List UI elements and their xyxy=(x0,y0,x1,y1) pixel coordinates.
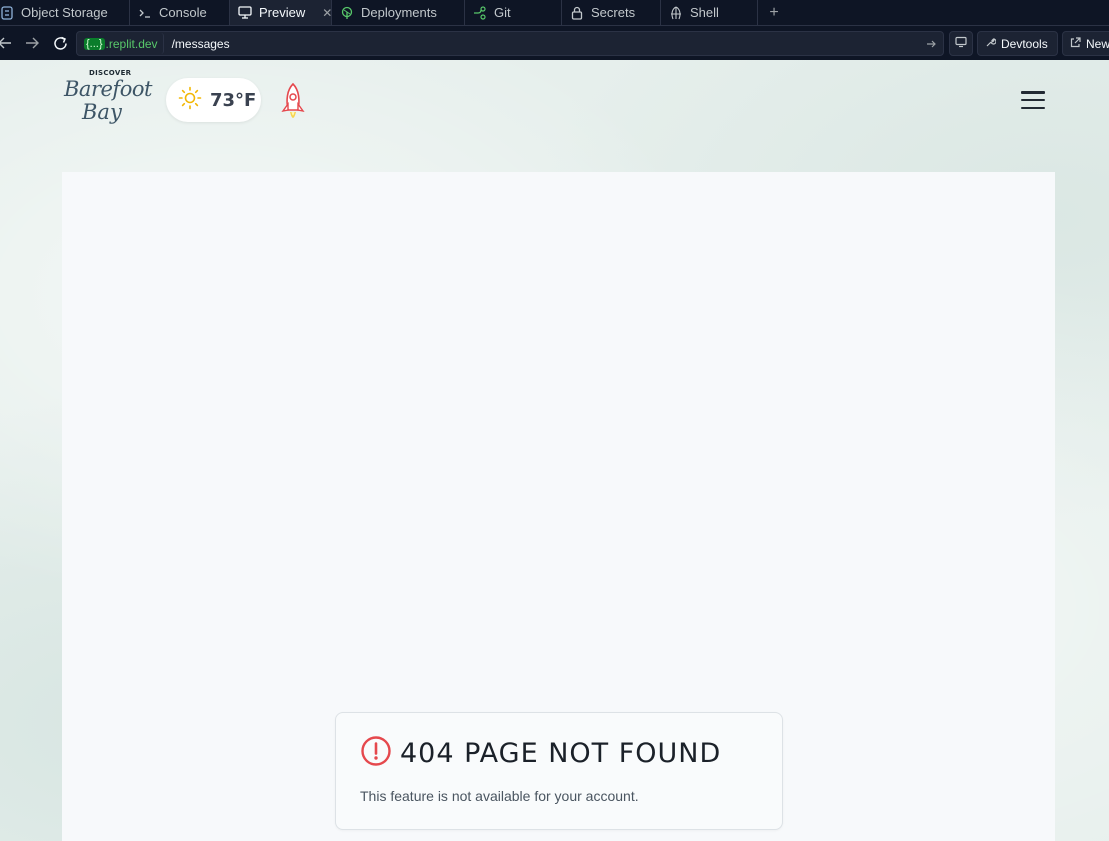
weather-temperature: 73°F xyxy=(210,89,257,111)
back-arrow-icon[interactable] xyxy=(0,29,19,57)
menu-line xyxy=(1021,106,1045,109)
logo-line1: Barefoot xyxy=(64,77,152,101)
storage-icon xyxy=(0,5,14,20)
tab-console[interactable]: Console xyxy=(130,0,230,25)
external-link-icon xyxy=(1070,36,1081,51)
not-found-card: 404 Page Not Found This feature is not a… xyxy=(335,712,783,830)
sun-icon xyxy=(178,86,202,115)
tab-label: Secrets xyxy=(591,5,636,20)
url-path-input[interactable]: /messages xyxy=(172,37,919,51)
weather-widget[interactable]: 73°F xyxy=(166,78,261,122)
devtools-button[interactable]: Devtools xyxy=(977,31,1058,56)
reload-icon[interactable] xyxy=(46,29,74,57)
domain-brace: {...} xyxy=(84,37,105,50)
menu-line xyxy=(1021,98,1045,102)
tab-label: Console xyxy=(159,5,207,20)
tab-shell[interactable]: Shell xyxy=(661,0,758,25)
url-field[interactable]: {...} .replit.dev /messages xyxy=(76,31,944,56)
logo-line2: Bay xyxy=(82,100,122,124)
tab-label: Git xyxy=(494,5,511,20)
tab-git[interactable]: Git xyxy=(465,0,562,25)
terminal-icon xyxy=(138,6,152,20)
deploy-icon xyxy=(340,6,354,20)
tab-deployments[interactable]: Deployments xyxy=(332,0,465,25)
preview-url-bar: {...} .replit.dev /messages Devtools New xyxy=(0,27,1109,60)
lock-icon xyxy=(570,6,584,20)
alert-circle-icon xyxy=(360,735,392,772)
menu-line xyxy=(1021,91,1045,94)
app-page: DISCOVER Barefoot Bay 73°F 404 PAGE NOT … xyxy=(0,60,1109,841)
tab-label: Deployments xyxy=(361,5,437,20)
new-tab-label: New xyxy=(1086,36,1109,51)
forward-arrow-icon[interactable] xyxy=(18,29,46,57)
tab-label: Shell xyxy=(690,5,719,20)
error-message: This feature is not available for your a… xyxy=(360,788,639,804)
error-title-row: 404 Page Not Found xyxy=(360,735,721,772)
git-branch-icon xyxy=(473,5,487,20)
domain-pill[interactable]: {...} .replit.dev xyxy=(79,33,164,54)
add-tab-button[interactable]: + xyxy=(758,0,790,25)
shell-icon xyxy=(669,6,683,20)
tab-secrets[interactable]: Secrets xyxy=(562,0,661,25)
screen-icon xyxy=(955,36,967,51)
go-arrow-icon[interactable] xyxy=(919,39,943,49)
wrench-icon xyxy=(985,37,997,51)
barefoot-bay-logo[interactable]: DISCOVER Barefoot Bay xyxy=(62,68,152,128)
rocket-icon[interactable] xyxy=(280,82,306,130)
device-preview-button[interactable] xyxy=(949,31,973,56)
hamburger-menu-button[interactable] xyxy=(1018,88,1048,112)
logo-discover-text: DISCOVER xyxy=(89,69,132,77)
tab-object-storage[interactable]: Object Storage xyxy=(0,0,130,25)
workspace-tab-bar: Object Storage Console Preview ✕ Deploym… xyxy=(0,0,1109,26)
monitor-icon xyxy=(238,6,252,20)
devtools-label: Devtools xyxy=(1001,36,1048,51)
close-tab-icon[interactable]: ✕ xyxy=(322,6,332,20)
tab-label: Preview xyxy=(259,5,306,20)
tab-preview[interactable]: Preview ✕ xyxy=(230,0,332,25)
new-tab-button[interactable]: New xyxy=(1062,31,1109,56)
domain-text: .replit.dev xyxy=(105,36,158,51)
error-title: 404 Page Not Found xyxy=(400,738,722,769)
tab-label: Object Storage xyxy=(21,5,108,20)
